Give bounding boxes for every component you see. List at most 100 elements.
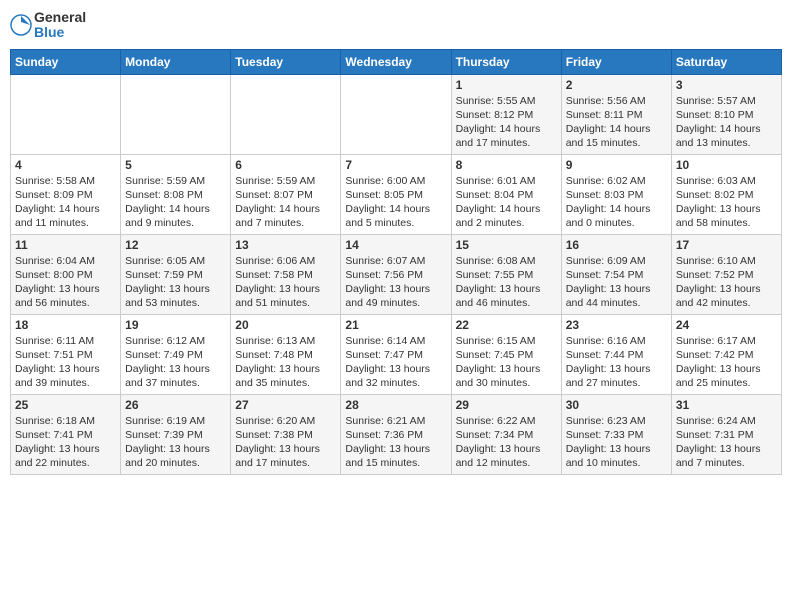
weekday-header: Sunday <box>11 49 121 74</box>
day-info: Sunrise: 6:03 AM Sunset: 8:02 PM Dayligh… <box>676 174 777 231</box>
calendar-cell: 31Sunrise: 6:24 AM Sunset: 7:31 PM Dayli… <box>671 394 781 474</box>
calendar-cell: 20Sunrise: 6:13 AM Sunset: 7:48 PM Dayli… <box>231 314 341 394</box>
calendar-cell: 1Sunrise: 5:55 AM Sunset: 8:12 PM Daylig… <box>451 74 561 154</box>
calendar-cell: 27Sunrise: 6:20 AM Sunset: 7:38 PM Dayli… <box>231 394 341 474</box>
day-info: Sunrise: 6:04 AM Sunset: 8:00 PM Dayligh… <box>15 254 116 311</box>
day-info: Sunrise: 5:58 AM Sunset: 8:09 PM Dayligh… <box>15 174 116 231</box>
logo-text: General Blue <box>34 10 86 41</box>
day-info: Sunrise: 6:21 AM Sunset: 7:36 PM Dayligh… <box>345 414 446 471</box>
calendar-cell: 30 Sunrise: 6:23 AM Sunset: 7:33 PM Dayli… <box>561 394 671 474</box>
day-info: Sunrise: 6:16 AM Sunset: 7:44 PM Dayligh… <box>566 334 667 391</box>
day-number: 23 <box>566 318 667 332</box>
day-info: Sunrise: 6:08 AM Sunset: 7:55 PM Dayligh… <box>456 254 557 311</box>
day-number: 12 <box>125 238 226 252</box>
day-number: 18 <box>15 318 116 332</box>
day-info: Sunrise: 6:15 AM Sunset: 7:45 PM Dayligh… <box>456 334 557 391</box>
calendar-cell: 9 Sunrise: 6:02 AM Sunset: 8:03 PM Daylig… <box>561 154 671 234</box>
weekday-header: Saturday <box>671 49 781 74</box>
day-info: Sunrise: 6:01 AM Sunset: 8:04 PM Dayligh… <box>456 174 557 231</box>
calendar-cell: 5 Sunrise: 5:59 AM Sunset: 8:08 PM Daylig… <box>121 154 231 234</box>
day-number: 13 <box>235 238 336 252</box>
calendar-cell <box>231 74 341 154</box>
calendar-cell: 15 Sunrise: 6:08 AM Sunset: 7:55 PM Dayli… <box>451 234 561 314</box>
logo-blue: Blue <box>34 25 86 40</box>
day-number: 31 <box>676 398 777 412</box>
day-info: Sunrise: 5:59 AM Sunset: 8:07 PM Dayligh… <box>235 174 336 231</box>
day-number: 7 <box>345 158 446 172</box>
day-number: 11 <box>15 238 116 252</box>
calendar-cell: 12 Sunrise: 6:05 AM Sunset: 7:59 PM Dayli… <box>121 234 231 314</box>
day-info: Sunrise: 6:23 AM Sunset: 7:33 PM Dayligh… <box>566 414 667 471</box>
calendar-cell <box>121 74 231 154</box>
day-info: Sunrise: 6:06 AM Sunset: 7:58 PM Dayligh… <box>235 254 336 311</box>
calendar-cell: 13 Sunrise: 6:06 AM Sunset: 7:58 PM Dayli… <box>231 234 341 314</box>
calendar-cell: 19 Sunrise: 6:12 AM Sunset: 7:49 PM Dayli… <box>121 314 231 394</box>
calendar-cell: 28 Sunrise: 6:21 AM Sunset: 7:36 PM Dayli… <box>341 394 451 474</box>
day-number: 8 <box>456 158 557 172</box>
weekday-header: Friday <box>561 49 671 74</box>
day-info: Sunrise: 6:13 AM Sunset: 7:48 PM Dayligh… <box>235 334 336 391</box>
weekday-header: Monday <box>121 49 231 74</box>
logo-general: General <box>34 10 86 25</box>
day-number: 26 <box>125 398 226 412</box>
day-number: 21 <box>345 318 446 332</box>
day-info: Sunrise: 6:02 AM Sunset: 8:03 PM Dayligh… <box>566 174 667 231</box>
weekday-header: Thursday <box>451 49 561 74</box>
calendar-cell: 17 Sunrise: 6:10 AM Sunset: 7:52 PM Dayli… <box>671 234 781 314</box>
calendar-cell <box>11 74 121 154</box>
logo-container: General Blue <box>10 10 86 41</box>
calendar-table: SundayMondayTuesdayWednesdayThursdayFrid… <box>10 49 782 475</box>
logo-bird-icon <box>10 14 32 36</box>
calendar-cell: 25Sunrise: 6:18 AM Sunset: 7:41 PM Dayli… <box>11 394 121 474</box>
day-number: 10 <box>676 158 777 172</box>
day-info: Sunrise: 6:07 AM Sunset: 7:56 PM Dayligh… <box>345 254 446 311</box>
calendar-cell: 29Sunrise: 6:22 AM Sunset: 7:34 PM Dayli… <box>451 394 561 474</box>
calendar-cell: 16 Sunrise: 6:09 AM Sunset: 7:54 PM Dayli… <box>561 234 671 314</box>
calendar-cell: 22Sunrise: 6:15 AM Sunset: 7:45 PM Dayli… <box>451 314 561 394</box>
day-info: Sunrise: 6:00 AM Sunset: 8:05 PM Dayligh… <box>345 174 446 231</box>
calendar-cell: 6 Sunrise: 5:59 AM Sunset: 8:07 PM Daylig… <box>231 154 341 234</box>
day-info: Sunrise: 5:55 AM Sunset: 8:12 PM Dayligh… <box>456 94 557 151</box>
calendar-cell <box>341 74 451 154</box>
day-info: Sunrise: 6:10 AM Sunset: 7:52 PM Dayligh… <box>676 254 777 311</box>
calendar-cell: 24Sunrise: 6:17 AM Sunset: 7:42 PM Dayli… <box>671 314 781 394</box>
day-number: 9 <box>566 158 667 172</box>
day-number: 3 <box>676 78 777 92</box>
calendar-cell: 8 Sunrise: 6:01 AM Sunset: 8:04 PM Daylig… <box>451 154 561 234</box>
day-info: Sunrise: 5:56 AM Sunset: 8:11 PM Dayligh… <box>566 94 667 151</box>
day-info: Sunrise: 6:09 AM Sunset: 7:54 PM Dayligh… <box>566 254 667 311</box>
calendar-cell: 21Sunrise: 6:14 AM Sunset: 7:47 PM Dayli… <box>341 314 451 394</box>
day-info: Sunrise: 5:59 AM Sunset: 8:08 PM Dayligh… <box>125 174 226 231</box>
day-info: Sunrise: 6:05 AM Sunset: 7:59 PM Dayligh… <box>125 254 226 311</box>
calendar-week-row: 11 Sunrise: 6:04 AM Sunset: 8:00 PM Dayli… <box>11 234 782 314</box>
day-info: Sunrise: 6:11 AM Sunset: 7:51 PM Dayligh… <box>15 334 116 391</box>
day-number: 4 <box>15 158 116 172</box>
day-number: 16 <box>566 238 667 252</box>
calendar-cell: 18 Sunrise: 6:11 AM Sunset: 7:51 PM Dayli… <box>11 314 121 394</box>
day-number: 15 <box>456 238 557 252</box>
calendar-week-row: 1Sunrise: 5:55 AM Sunset: 8:12 PM Daylig… <box>11 74 782 154</box>
day-number: 19 <box>125 318 226 332</box>
calendar-cell: 11 Sunrise: 6:04 AM Sunset: 8:00 PM Dayli… <box>11 234 121 314</box>
day-number: 28 <box>345 398 446 412</box>
day-number: 5 <box>125 158 226 172</box>
day-info: Sunrise: 6:12 AM Sunset: 7:49 PM Dayligh… <box>125 334 226 391</box>
calendar-cell: 4 Sunrise: 5:58 AM Sunset: 8:09 PM Daylig… <box>11 154 121 234</box>
day-number: 17 <box>676 238 777 252</box>
day-info: Sunrise: 6:18 AM Sunset: 7:41 PM Dayligh… <box>15 414 116 471</box>
day-info: Sunrise: 6:20 AM Sunset: 7:38 PM Dayligh… <box>235 414 336 471</box>
day-number: 14 <box>345 238 446 252</box>
weekday-header: Tuesday <box>231 49 341 74</box>
day-number: 30 <box>566 398 667 412</box>
logo: General Blue <box>10 10 86 41</box>
day-number: 6 <box>235 158 336 172</box>
calendar-cell: 10 Sunrise: 6:03 AM Sunset: 8:02 PM Dayli… <box>671 154 781 234</box>
day-number: 24 <box>676 318 777 332</box>
day-number: 2 <box>566 78 667 92</box>
calendar-cell: 14 Sunrise: 6:07 AM Sunset: 7:56 PM Dayli… <box>341 234 451 314</box>
calendar-week-row: 25Sunrise: 6:18 AM Sunset: 7:41 PM Dayli… <box>11 394 782 474</box>
header-row: SundayMondayTuesdayWednesdayThursdayFrid… <box>11 49 782 74</box>
day-info: Sunrise: 6:19 AM Sunset: 7:39 PM Dayligh… <box>125 414 226 471</box>
header: General Blue <box>10 10 782 41</box>
calendar-week-row: 4 Sunrise: 5:58 AM Sunset: 8:09 PM Daylig… <box>11 154 782 234</box>
